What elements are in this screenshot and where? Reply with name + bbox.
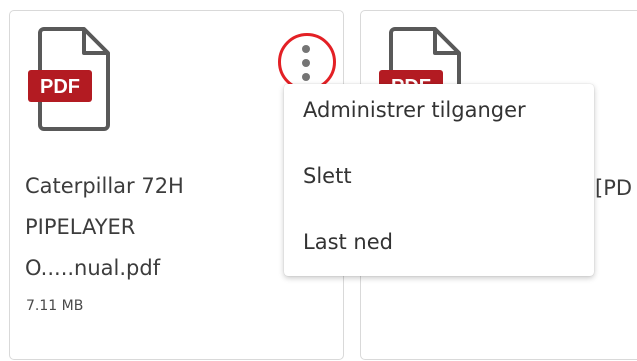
menu-item-manage-access[interactable]: Administrer tilganger — [303, 98, 526, 122]
file-name-line: PIPELAYER — [25, 215, 136, 239]
pdf-badge-label: PDF — [40, 76, 80, 98]
file-size: 7.11 MB — [26, 298, 84, 314]
context-menu: Administrer tilganger Slett Last ned — [284, 84, 594, 276]
menu-item-download[interactable]: Last ned — [303, 230, 393, 254]
file-name-line: Caterpillar 72H — [25, 174, 184, 198]
file-name: [PD — [595, 176, 633, 200]
file-name: Caterpillar 72H PIPELAYER O.....nual.pdf — [25, 166, 285, 289]
pdf-file-icon: PDF — [28, 27, 110, 131]
kebab-icon — [302, 45, 312, 87]
file-name-line: O.....nual.pdf — [25, 256, 161, 280]
file-grid: PDF Caterpillar 72H PIPELAYER O.....nual… — [0, 0, 637, 361]
menu-item-delete[interactable]: Slett — [303, 164, 352, 188]
